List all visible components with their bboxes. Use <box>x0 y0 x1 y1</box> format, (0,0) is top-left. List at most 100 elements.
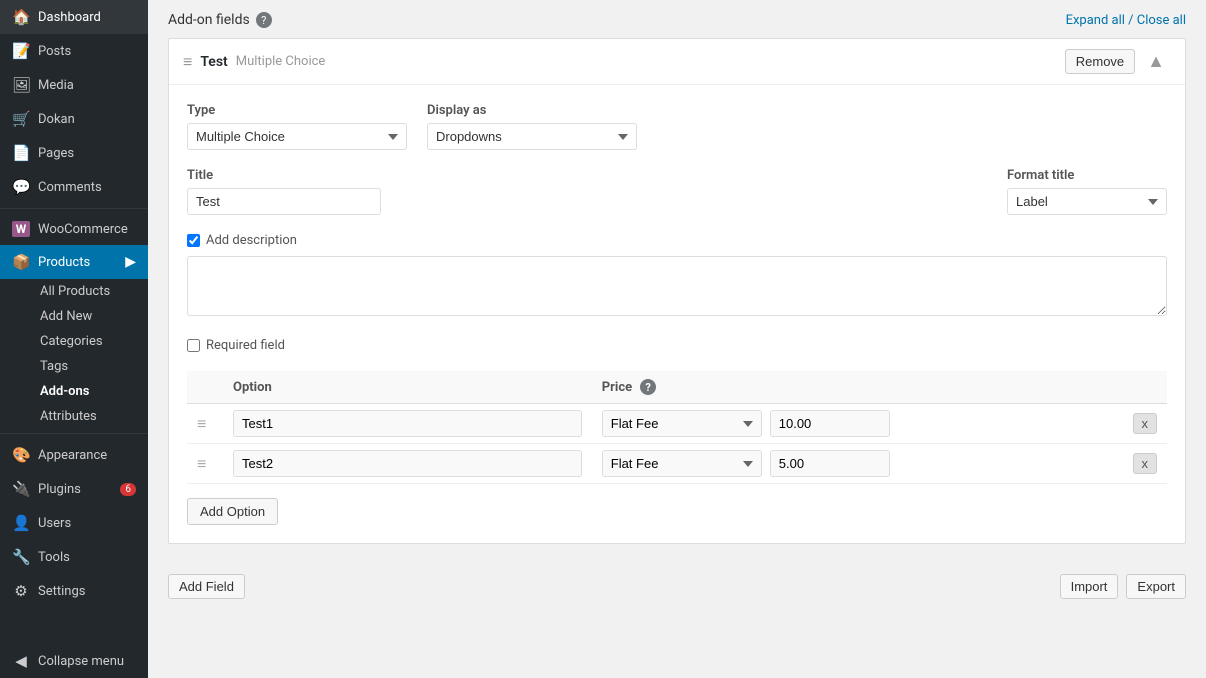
option-input-1[interactable] <box>233 450 582 477</box>
sidebar-item-products[interactable]: 📦 Products ▶ <box>0 245 148 279</box>
add-field-button[interactable]: Add Field <box>168 574 245 599</box>
card-body: Type Multiple Choice Checkbox Text Numbe… <box>169 85 1185 543</box>
type-group: Type Multiple Choice Checkbox Text Numbe… <box>187 103 407 150</box>
option-input-0[interactable] <box>233 410 582 437</box>
sidebar-item-appearance[interactable]: 🎨 Appearance <box>0 438 148 472</box>
page-header: Add-on fields ? Expand all / Close all <box>148 0 1206 38</box>
display-select[interactable]: Dropdowns Radio Buttons Images <box>427 123 637 150</box>
price-type-select-0[interactable]: Flat FeePercentage FeeQuantity Based <box>602 410 762 437</box>
format-title-label: Format title <box>1007 168 1167 183</box>
page-title: Add-on fields <box>168 12 250 28</box>
add-option-button[interactable]: Add Option <box>187 498 278 525</box>
sidebar: 🏠 Dashboard 📝 Posts 🖼 Media 🛒 Dokan 📄 Pa… <box>0 0 148 678</box>
price-help-icon[interactable]: ? <box>640 379 656 395</box>
plugins-icon: 🔌 <box>12 480 30 498</box>
description-textarea[interactable] <box>187 256 1167 316</box>
bottom-bar: Add Field Import Export <box>148 564 1206 609</box>
required-row: Required field <box>187 338 1167 353</box>
card-subtitle: Multiple Choice <box>236 54 326 69</box>
display-label: Display as <box>427 103 637 118</box>
export-button[interactable]: Export <box>1126 574 1186 599</box>
option-drag-handle[interactable]: ≡ <box>197 454 206 473</box>
collapse-icon: ◀ <box>12 652 30 670</box>
sidebar-item-add-new[interactable]: Add New <box>28 304 148 329</box>
remove-button[interactable]: Remove <box>1065 49 1135 74</box>
sidebar-item-tools[interactable]: 🔧 Tools <box>0 540 148 574</box>
price-type-select-1[interactable]: Flat FeePercentage FeeQuantity Based <box>602 450 762 477</box>
options-tbody: ≡ Flat FeePercentage FeeQuantity Based x… <box>187 404 1167 484</box>
title-label: Title <box>187 168 987 183</box>
sidebar-item-addons[interactable]: Add-ons <box>28 379 148 404</box>
products-arrow: ▶ <box>125 254 136 270</box>
page-header-left: Add-on fields ? <box>168 12 272 28</box>
products-submenu: All Products Add New Categories Tags Add… <box>0 279 148 429</box>
display-group: Display as Dropdowns Radio Buttons Image… <box>427 103 637 150</box>
price-input-1[interactable] <box>770 450 890 477</box>
sidebar-item-dashboard[interactable]: 🏠 Dashboard <box>0 0 148 34</box>
drag-col-header <box>187 371 223 404</box>
card-actions: Remove ▲ <box>1065 49 1171 74</box>
price-input-0[interactable] <box>770 410 890 437</box>
options-table: Option Price ? ≡ <box>187 371 1167 484</box>
description-checkbox-label: Add description <box>187 233 1167 248</box>
sidebar-item-woocommerce[interactable]: W WooCommerce <box>0 213 148 245</box>
help-icon[interactable]: ? <box>256 12 272 28</box>
price-col-label: Price ? <box>602 379 656 395</box>
dashboard-icon: 🏠 <box>12 8 30 26</box>
add-description-checkbox[interactable] <box>187 234 200 247</box>
sidebar-item-pages[interactable]: 📄 Pages <box>0 136 148 170</box>
table-row: ≡ Flat FeePercentage FeeQuantity Based x <box>187 444 1167 484</box>
option-col-header: Option <box>223 371 592 404</box>
sidebar-item-settings[interactable]: ⚙ Settings <box>0 574 148 608</box>
posts-icon: 📝 <box>12 42 30 60</box>
price-col-header: Price ? <box>592 371 1123 404</box>
products-icon: 📦 <box>12 253 30 271</box>
sidebar-item-collapse[interactable]: ◀ Collapse menu <box>0 644 148 678</box>
card-header: ≡ Test Multiple Choice Remove ▲ <box>169 39 1185 85</box>
option-drag-handle[interactable]: ≡ <box>197 414 206 433</box>
format-title-group: Format title Label Hide Above <box>1007 168 1167 215</box>
main-content: Add-on fields ? Expand all / Close all ≡… <box>148 0 1206 678</box>
sidebar-item-posts[interactable]: 📝 Posts <box>0 34 148 68</box>
media-icon: 🖼 <box>12 76 30 94</box>
sidebar-item-comments[interactable]: 💬 Comments <box>0 170 148 204</box>
comments-icon: 💬 <box>12 178 30 196</box>
drag-handle-icon[interactable]: ≡ <box>183 52 192 72</box>
required-checkbox[interactable] <box>187 339 200 352</box>
remove-option-button-1[interactable]: x <box>1133 453 1158 474</box>
sidebar-item-attributes[interactable]: Attributes <box>28 404 148 429</box>
collapse-card-button[interactable]: ▲ <box>1141 49 1171 74</box>
sidebar-item-users[interactable]: 👤 Users <box>0 506 148 540</box>
sidebar-item-plugins[interactable]: 🔌 Plugins 6 <box>0 472 148 506</box>
type-select[interactable]: Multiple Choice Checkbox Text Number Fil… <box>187 123 407 150</box>
title-row: Title Format title Label Hide Above <box>187 168 1167 215</box>
sidebar-item-dokan[interactable]: 🛒 Dokan <box>0 102 148 136</box>
sidebar-divider-1 <box>0 208 148 209</box>
description-row: Add description <box>187 233 1167 320</box>
import-button[interactable]: Import <box>1060 574 1119 599</box>
sidebar-divider-2 <box>0 433 148 434</box>
pages-icon: 📄 <box>12 144 30 162</box>
plugins-badge: 6 <box>120 483 136 496</box>
import-export-group: Import Export <box>1060 574 1186 599</box>
sidebar-item-tags[interactable]: Tags <box>28 354 148 379</box>
sidebar-item-all-products[interactable]: All Products <box>28 279 148 304</box>
type-display-row: Type Multiple Choice Checkbox Text Numbe… <box>187 103 1167 150</box>
expand-all-link[interactable]: Expand all / Close all <box>1066 13 1186 28</box>
options-table-header: Option Price ? <box>187 371 1167 404</box>
remove-col-header <box>1123 371 1168 404</box>
title-input[interactable] <box>187 188 381 215</box>
dokan-icon: 🛒 <box>12 110 30 128</box>
addon-card: ≡ Test Multiple Choice Remove ▲ Type Mul… <box>168 38 1186 544</box>
required-label: Required field <box>206 338 285 353</box>
title-group: Title <box>187 168 987 215</box>
remove-option-button-0[interactable]: x <box>1133 413 1158 434</box>
appearance-icon: 🎨 <box>12 446 30 464</box>
sidebar-item-media[interactable]: 🖼 Media <box>0 68 148 102</box>
card-title: Test <box>200 54 227 70</box>
table-row: ≡ Flat FeePercentage FeeQuantity Based x <box>187 404 1167 444</box>
sidebar-item-categories[interactable]: Categories <box>28 329 148 354</box>
add-description-text: Add description <box>206 233 297 248</box>
woocommerce-icon: W <box>12 221 30 237</box>
format-select[interactable]: Label Hide Above <box>1007 188 1167 215</box>
